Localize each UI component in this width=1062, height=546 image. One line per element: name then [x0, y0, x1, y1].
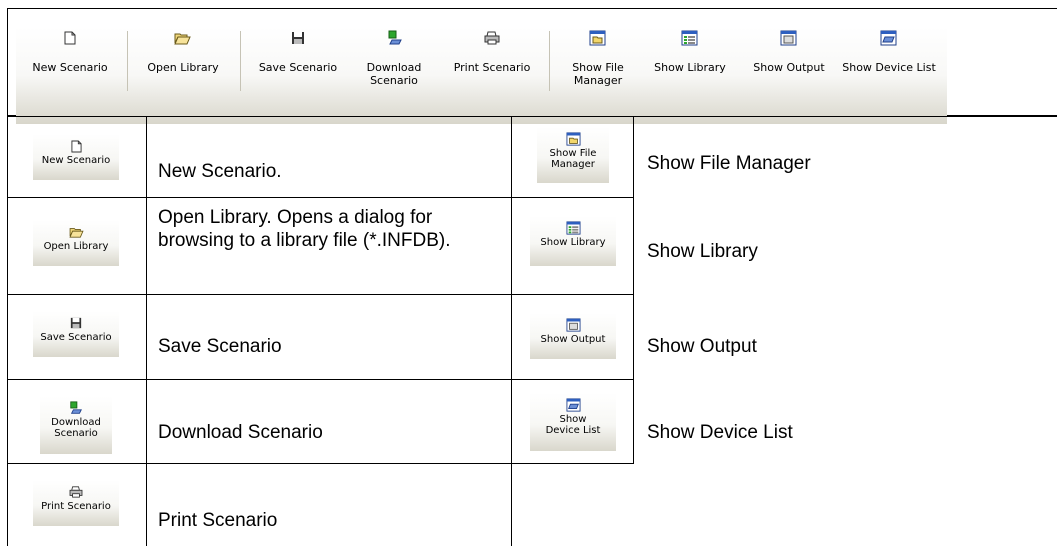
download-scenario-button[interactable]: Download Scenario: [40, 396, 112, 454]
toolbar-show-device-list-button[interactable]: Show Device List: [841, 27, 937, 124]
open-folder-icon: [174, 31, 191, 45]
library-list-icon: [566, 219, 581, 237]
toolbar-save-scenario-button[interactable]: Save Scenario: [247, 27, 349, 124]
toolbar-show-output-button[interactable]: Show Output: [741, 27, 837, 124]
printer-icon: [69, 483, 83, 501]
button-label: Open Library: [43, 241, 109, 252]
device-list-icon: [566, 396, 581, 414]
toolbar-label: Show File Manager: [572, 61, 624, 87]
toolbar-separator: [240, 31, 241, 91]
button-label: Show Device List: [545, 414, 601, 436]
open-library-button[interactable]: Open Library: [33, 220, 119, 266]
row-description: New Scenario.: [158, 161, 282, 182]
grid-line: [8, 294, 512, 295]
show-file-manager-button[interactable]: Show File Manager: [537, 127, 609, 183]
row-description: Download Scenario: [158, 422, 323, 443]
row-description: Print Scenario: [158, 510, 278, 531]
toolbar-label: Open Library: [147, 61, 219, 74]
download-device-icon: [387, 30, 403, 46]
save-scenario-button[interactable]: Save Scenario: [33, 311, 119, 357]
toolbar-label: Download Scenario: [366, 61, 422, 87]
toolbar-label: New Scenario: [32, 61, 108, 74]
new-doc-icon: [64, 31, 76, 45]
toolbar-label: Show Library: [654, 61, 726, 74]
printer-icon: [484, 31, 500, 45]
open-folder-icon: [68, 223, 84, 241]
row-description: Show File Manager: [647, 153, 811, 174]
toolbar-show-file-manager-button[interactable]: Show File Manager: [555, 27, 641, 124]
new-doc-icon: [70, 137, 82, 155]
show-library-button[interactable]: Show Library: [530, 216, 616, 266]
button-label: New Scenario: [41, 155, 111, 166]
row-description: Save Scenario: [158, 336, 282, 357]
grid-line: [8, 463, 512, 464]
grid-line: [511, 197, 634, 198]
toolbar-print-scenario-button[interactable]: Print Scenario: [441, 27, 543, 124]
file-manager-icon: [589, 30, 606, 46]
floppy-disk-icon: [291, 31, 305, 45]
row-description: Show Device List: [647, 422, 793, 443]
device-list-icon: [880, 30, 897, 46]
grid-line: [511, 463, 634, 464]
row-description: Open Library. Opens a dialog for browsin…: [158, 207, 451, 251]
toolbar-new-scenario-button[interactable]: New Scenario: [16, 27, 124, 124]
button-label: Show Output: [540, 334, 606, 345]
button-label: Save Scenario: [40, 332, 112, 343]
row-description: Show Output: [647, 336, 757, 357]
print-scenario-button[interactable]: Print Scenario: [33, 480, 119, 526]
output-window-icon: [780, 30, 797, 46]
toolbar-label: Save Scenario: [258, 61, 338, 74]
grid-line: [511, 294, 634, 295]
button-label: Download Scenario: [51, 417, 101, 439]
row-description: Show Library: [647, 241, 758, 262]
floppy-disk-icon: [70, 314, 82, 332]
grid-line: [633, 116, 634, 463]
toolbar-open-library-button[interactable]: Open Library: [130, 27, 236, 124]
grid-line: [8, 197, 512, 198]
file-manager-icon: [566, 130, 581, 148]
grid-line: [511, 116, 512, 546]
grid-line: [146, 116, 147, 546]
toolbar-label: Show Output: [753, 61, 825, 74]
show-device-list-button[interactable]: Show Device List: [530, 393, 616, 451]
button-label: Show Library: [540, 237, 606, 248]
toolbar-label: Print Scenario: [453, 61, 531, 74]
new-scenario-button[interactable]: New Scenario: [33, 134, 119, 180]
toolbar-separator: [549, 31, 550, 91]
button-label: Show File Manager: [549, 148, 597, 170]
show-output-button[interactable]: Show Output: [530, 313, 616, 359]
grid-line: [511, 379, 634, 380]
toolbar-separator: [127, 31, 128, 91]
toolbar-download-scenario-button[interactable]: Download Scenario: [351, 27, 437, 124]
library-list-icon: [681, 30, 698, 46]
button-label: Print Scenario: [41, 501, 111, 512]
toolbar-label: Show Device List: [842, 61, 936, 74]
output-window-icon: [566, 316, 581, 334]
download-device-icon: [69, 399, 83, 417]
toolbar-show-library-button[interactable]: Show Library: [642, 27, 738, 124]
grid-line: [8, 116, 1057, 117]
grid-line: [8, 379, 512, 380]
